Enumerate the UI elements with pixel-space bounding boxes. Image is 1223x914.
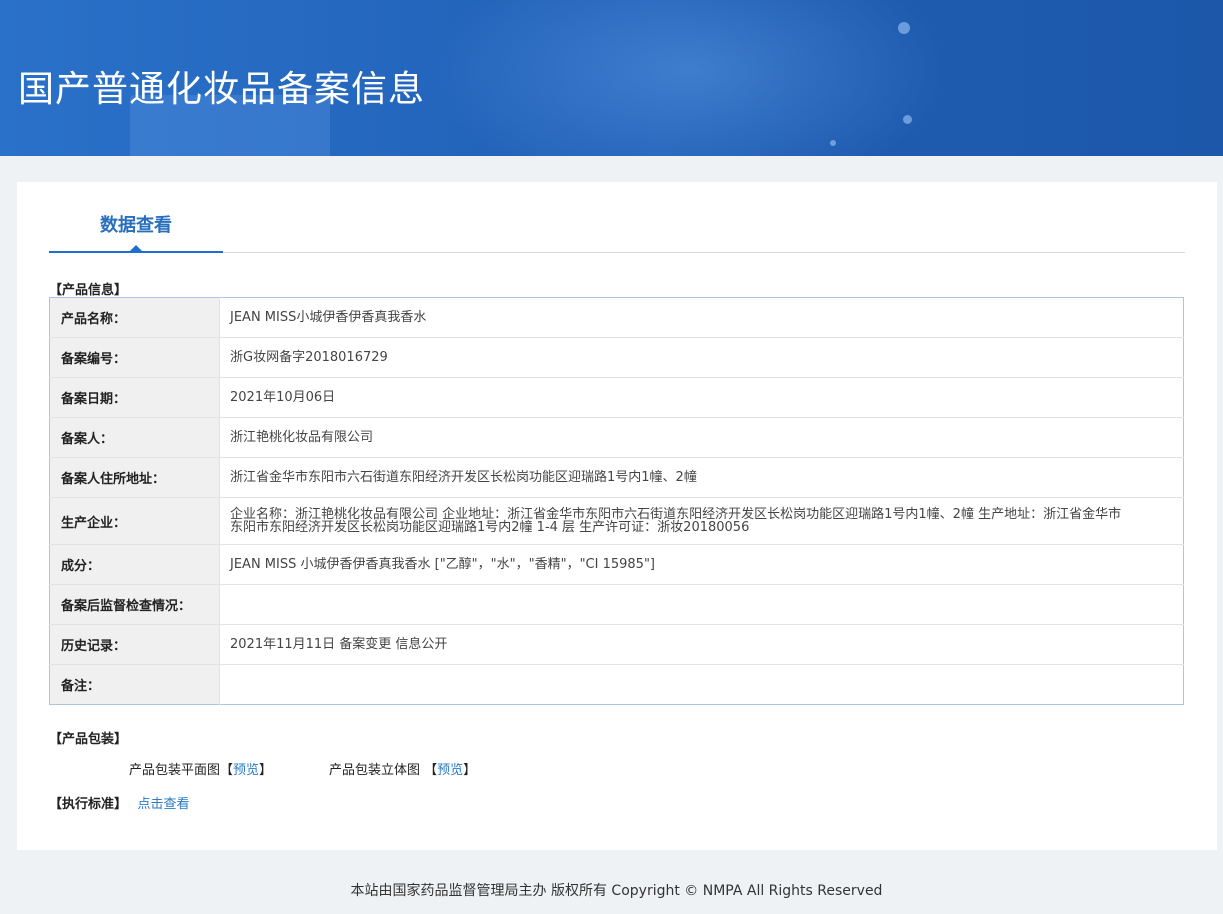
packaging-flat-label: 产品包装平面图 — [129, 763, 221, 778]
table-row: 生产企业： 企业名称：浙江艳桃化妆品有限公司 企业地址：浙江省金华市东阳市六石街… — [49, 497, 1184, 545]
row-label: 备注： — [49, 664, 220, 705]
tab-active-caret-icon — [130, 245, 142, 251]
banner-decoration — [430, 0, 950, 156]
table-row: 备案编号： 浙G妆网备字2018016729 — [49, 337, 1184, 378]
packaging-flat: 产品包装平面图【预览】 — [129, 759, 272, 778]
footer-copyright: 本站由国家药品监督管理局主办 版权所有 Copyright © NMPA All… — [350, 883, 883, 899]
row-value — [219, 584, 1184, 625]
row-label: 备案人住所地址： — [49, 457, 220, 498]
table-row: 历史记录： 2021年11月11日 备案变更 信息公开 — [49, 624, 1184, 665]
page-title: 国产普通化妆品备案信息 — [18, 69, 426, 110]
preview-3d-link[interactable]: 预览 — [437, 763, 463, 778]
content-panel: 数据查看 【产品信息】 产品名称： JEAN MISS小城伊香伊香真我香水 备案… — [17, 182, 1217, 850]
row-label: 成分： — [49, 544, 220, 585]
row-value: 2021年11月11日 备案变更 信息公开 — [219, 624, 1184, 665]
row-label: 备案编号： — [49, 337, 220, 378]
view-standard-link[interactable]: 点击查看 — [138, 797, 190, 812]
row-label: 历史记录： — [49, 624, 220, 665]
bracket: 】 — [259, 763, 273, 778]
tab-bar: 数据查看 — [49, 182, 1185, 253]
row-value: 浙G妆网备字2018016729 — [219, 337, 1184, 378]
tab-label: 数据查看 — [100, 215, 172, 236]
standard-heading: 【执行标准】 点击查看 — [49, 793, 190, 812]
table-row: 备案人住所地址： 浙江省金华市东阳市六石街道东阳经济开发区长松岗功能区迎瑞路1号… — [49, 457, 1184, 498]
row-label: 产品名称： — [49, 297, 220, 338]
bracket: 】 — [463, 763, 477, 778]
banner-dot — [903, 115, 912, 124]
bracket: 【 — [220, 763, 234, 778]
row-label: 备案后监督检查情况： — [49, 584, 220, 625]
row-value — [220, 665, 1184, 705]
packaging-3d: 产品包装立体图 【预览】 — [329, 759, 476, 778]
table-row: 备案后监督检查情况： — [49, 584, 1184, 625]
bracket: 【 — [424, 763, 438, 778]
standard-label: 【执行标准】 — [49, 797, 128, 812]
row-label: 生产企业： — [49, 497, 220, 545]
table-row: 备案人： 浙江艳桃化妆品有限公司 — [49, 417, 1184, 458]
header-banner: 国产普通化妆品备案信息 — [0, 0, 1223, 156]
packaging-heading: 【产品包装】 — [49, 732, 128, 747]
preview-flat-link[interactable]: 预览 — [233, 763, 259, 778]
row-value: 浙江艳桃化妆品有限公司 — [219, 417, 1184, 458]
table-row: 备注： — [49, 664, 1184, 705]
packaging-3d-label: 产品包装立体图 — [329, 763, 425, 778]
product-info-heading: 【产品信息】 — [49, 283, 128, 298]
table-row: 成分： JEAN MISS 小城伊香伊香真我香水 ["乙醇"，"水"，"香精"，… — [49, 544, 1184, 585]
tab-data-view[interactable]: 数据查看 — [49, 182, 223, 253]
row-value: JEAN MISS小城伊香伊香真我香水 — [219, 297, 1184, 338]
table-row: 产品名称： JEAN MISS小城伊香伊香真我香水 — [49, 297, 1184, 338]
row-value: 企业名称：浙江艳桃化妆品有限公司 企业地址：浙江省金华市东阳市六石街道东阳经济开… — [219, 497, 1184, 545]
row-label: 备案日期： — [49, 377, 220, 418]
banner-dot — [830, 140, 836, 146]
row-label: 备案人： — [49, 417, 220, 458]
product-info-table: 产品名称： JEAN MISS小城伊香伊香真我香水 备案编号： 浙G妆网备字20… — [49, 297, 1184, 705]
banner-dot — [898, 22, 910, 34]
row-value: 2021年10月06日 — [219, 377, 1184, 418]
table-row: 备案日期： 2021年10月06日 — [49, 377, 1184, 418]
row-value: JEAN MISS 小城伊香伊香真我香水 ["乙醇"，"水"，"香精"，"CI … — [219, 544, 1184, 585]
row-value: 浙江省金华市东阳市六石街道东阳经济开发区长松岗功能区迎瑞路1号内1幢、2幢 — [219, 457, 1184, 498]
